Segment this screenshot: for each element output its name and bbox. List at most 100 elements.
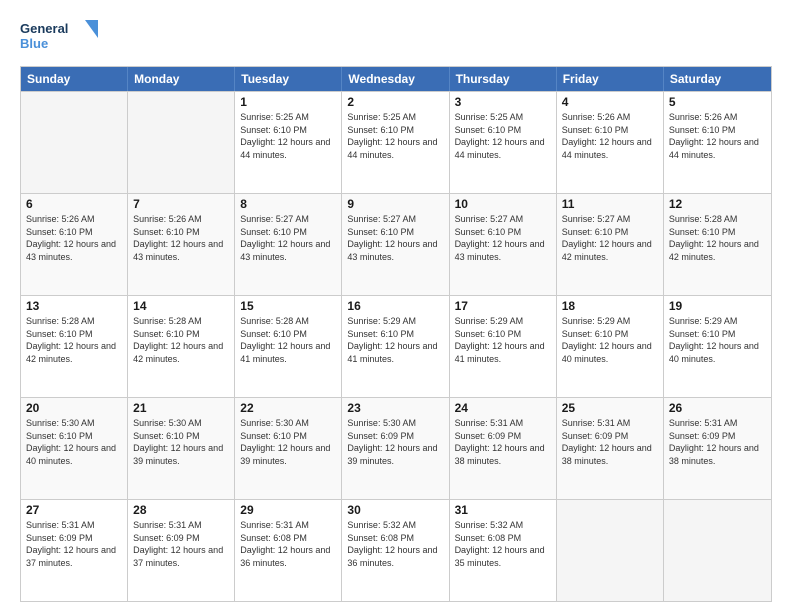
day-info: Sunrise: 5:30 AM Sunset: 6:09 PM Dayligh… [347,417,443,467]
day-number: 3 [455,95,551,109]
day-info: Sunrise: 5:31 AM Sunset: 6:09 PM Dayligh… [133,519,229,569]
day-number: 13 [26,299,122,313]
day-number: 31 [455,503,551,517]
day-number: 24 [455,401,551,415]
day-number: 16 [347,299,443,313]
logo-svg: General Blue [20,16,100,56]
day-info: Sunrise: 5:30 AM Sunset: 6:10 PM Dayligh… [240,417,336,467]
weekday-header: Thursday [450,67,557,91]
day-number: 6 [26,197,122,211]
calendar-cell: 16 Sunrise: 5:29 AM Sunset: 6:10 PM Dayli… [342,296,449,397]
calendar-cell: 3 Sunrise: 5:25 AM Sunset: 6:10 PM Daylig… [450,92,557,193]
calendar-header: SundayMondayTuesdayWednesdayThursdayFrid… [21,67,771,91]
weekday-header: Friday [557,67,664,91]
day-number: 26 [669,401,766,415]
day-number: 15 [240,299,336,313]
calendar-cell: 15 Sunrise: 5:28 AM Sunset: 6:10 PM Dayli… [235,296,342,397]
day-number: 11 [562,197,658,211]
calendar-row: 27Sunrise: 5:31 AM Sunset: 6:09 PM Dayli… [21,499,771,601]
day-info: Sunrise: 5:26 AM Sunset: 6:10 PM Dayligh… [669,111,766,161]
calendar-cell: 1 Sunrise: 5:25 AM Sunset: 6:10 PM Daylig… [235,92,342,193]
calendar-cell: 27Sunrise: 5:31 AM Sunset: 6:09 PM Dayli… [21,500,128,601]
weekday-header: Saturday [664,67,771,91]
calendar-cell: 5 Sunrise: 5:26 AM Sunset: 6:10 PM Daylig… [664,92,771,193]
day-info: Sunrise: 5:25 AM Sunset: 6:10 PM Dayligh… [347,111,443,161]
calendar-cell: 31 Sunrise: 5:32 AM Sunset: 6:08 PM Dayli… [450,500,557,601]
calendar-cell [557,500,664,601]
calendar-cell: 13 Sunrise: 5:28 AM Sunset: 6:10 PM Dayli… [21,296,128,397]
calendar-cell: 26Sunrise: 5:31 AM Sunset: 6:09 PM Dayli… [664,398,771,499]
day-info: Sunrise: 5:27 AM Sunset: 6:10 PM Dayligh… [347,213,443,263]
day-number: 29 [240,503,336,517]
day-info: Sunrise: 5:29 AM Sunset: 6:10 PM Dayligh… [455,315,551,365]
calendar-cell: 10Sunrise: 5:27 AM Sunset: 6:10 PM Dayli… [450,194,557,295]
calendar-row: 1 Sunrise: 5:25 AM Sunset: 6:10 PM Daylig… [21,91,771,193]
day-info: Sunrise: 5:28 AM Sunset: 6:10 PM Dayligh… [26,315,122,365]
calendar-cell: 18 Sunrise: 5:29 AM Sunset: 6:10 PM Dayli… [557,296,664,397]
day-info: Sunrise: 5:28 AM Sunset: 6:10 PM Dayligh… [669,213,766,263]
day-number: 30 [347,503,443,517]
day-info: Sunrise: 5:27 AM Sunset: 6:10 PM Dayligh… [240,213,336,263]
day-info: Sunrise: 5:30 AM Sunset: 6:10 PM Dayligh… [26,417,122,467]
svg-text:General: General [20,21,68,36]
calendar-cell: 22 Sunrise: 5:30 AM Sunset: 6:10 PM Dayli… [235,398,342,499]
weekday-header: Sunday [21,67,128,91]
day-info: Sunrise: 5:31 AM Sunset: 6:09 PM Dayligh… [455,417,551,467]
day-number: 8 [240,197,336,211]
day-info: Sunrise: 5:27 AM Sunset: 6:10 PM Dayligh… [455,213,551,263]
calendar-cell: 30 Sunrise: 5:32 AM Sunset: 6:08 PM Dayli… [342,500,449,601]
day-number: 12 [669,197,766,211]
day-number: 1 [240,95,336,109]
day-number: 4 [562,95,658,109]
day-number: 22 [240,401,336,415]
calendar-cell: 14 Sunrise: 5:28 AM Sunset: 6:10 PM Dayli… [128,296,235,397]
day-info: Sunrise: 5:30 AM Sunset: 6:10 PM Dayligh… [133,417,229,467]
calendar-cell: 19 Sunrise: 5:29 AM Sunset: 6:10 PM Dayli… [664,296,771,397]
day-info: Sunrise: 5:29 AM Sunset: 6:10 PM Dayligh… [669,315,766,365]
calendar-cell: 20 Sunrise: 5:30 AM Sunset: 6:10 PM Dayli… [21,398,128,499]
day-info: Sunrise: 5:29 AM Sunset: 6:10 PM Dayligh… [562,315,658,365]
calendar-cell: 4 Sunrise: 5:26 AM Sunset: 6:10 PM Daylig… [557,92,664,193]
weekday-header: Wednesday [342,67,449,91]
day-number: 25 [562,401,658,415]
day-number: 9 [347,197,443,211]
calendar-cell: 6 Sunrise: 5:26 AM Sunset: 6:10 PM Daylig… [21,194,128,295]
calendar-cell: 24 Sunrise: 5:31 AM Sunset: 6:09 PM Dayli… [450,398,557,499]
calendar-cell [128,92,235,193]
calendar-cell: 17Sunrise: 5:29 AM Sunset: 6:10 PM Dayli… [450,296,557,397]
day-number: 7 [133,197,229,211]
day-info: Sunrise: 5:28 AM Sunset: 6:10 PM Dayligh… [240,315,336,365]
calendar-row: 6 Sunrise: 5:26 AM Sunset: 6:10 PM Daylig… [21,193,771,295]
day-number: 23 [347,401,443,415]
weekday-header: Monday [128,67,235,91]
calendar-cell: 11Sunrise: 5:27 AM Sunset: 6:10 PM Dayli… [557,194,664,295]
calendar: SundayMondayTuesdayWednesdayThursdayFrid… [20,66,772,602]
calendar-cell: 8 Sunrise: 5:27 AM Sunset: 6:10 PM Daylig… [235,194,342,295]
day-info: Sunrise: 5:31 AM Sunset: 6:08 PM Dayligh… [240,519,336,569]
day-info: Sunrise: 5:32 AM Sunset: 6:08 PM Dayligh… [347,519,443,569]
day-info: Sunrise: 5:26 AM Sunset: 6:10 PM Dayligh… [26,213,122,263]
calendar-cell: 9 Sunrise: 5:27 AM Sunset: 6:10 PM Daylig… [342,194,449,295]
svg-text:Blue: Blue [20,36,48,51]
day-number: 18 [562,299,658,313]
day-info: Sunrise: 5:26 AM Sunset: 6:10 PM Dayligh… [562,111,658,161]
day-number: 14 [133,299,229,313]
day-number: 5 [669,95,766,109]
calendar-cell: 23 Sunrise: 5:30 AM Sunset: 6:09 PM Dayli… [342,398,449,499]
calendar-cell: 29 Sunrise: 5:31 AM Sunset: 6:08 PM Dayli… [235,500,342,601]
calendar-cell [21,92,128,193]
day-info: Sunrise: 5:25 AM Sunset: 6:10 PM Dayligh… [240,111,336,161]
calendar-cell: 7 Sunrise: 5:26 AM Sunset: 6:10 PM Daylig… [128,194,235,295]
day-info: Sunrise: 5:26 AM Sunset: 6:10 PM Dayligh… [133,213,229,263]
day-number: 2 [347,95,443,109]
day-number: 21 [133,401,229,415]
day-number: 19 [669,299,766,313]
calendar-cell: 2 Sunrise: 5:25 AM Sunset: 6:10 PM Daylig… [342,92,449,193]
day-info: Sunrise: 5:29 AM Sunset: 6:10 PM Dayligh… [347,315,443,365]
day-info: Sunrise: 5:28 AM Sunset: 6:10 PM Dayligh… [133,315,229,365]
day-info: Sunrise: 5:32 AM Sunset: 6:08 PM Dayligh… [455,519,551,569]
calendar-cell: 12 Sunrise: 5:28 AM Sunset: 6:10 PM Dayli… [664,194,771,295]
day-number: 20 [26,401,122,415]
day-info: Sunrise: 5:25 AM Sunset: 6:10 PM Dayligh… [455,111,551,161]
calendar-cell: 28Sunrise: 5:31 AM Sunset: 6:09 PM Dayli… [128,500,235,601]
